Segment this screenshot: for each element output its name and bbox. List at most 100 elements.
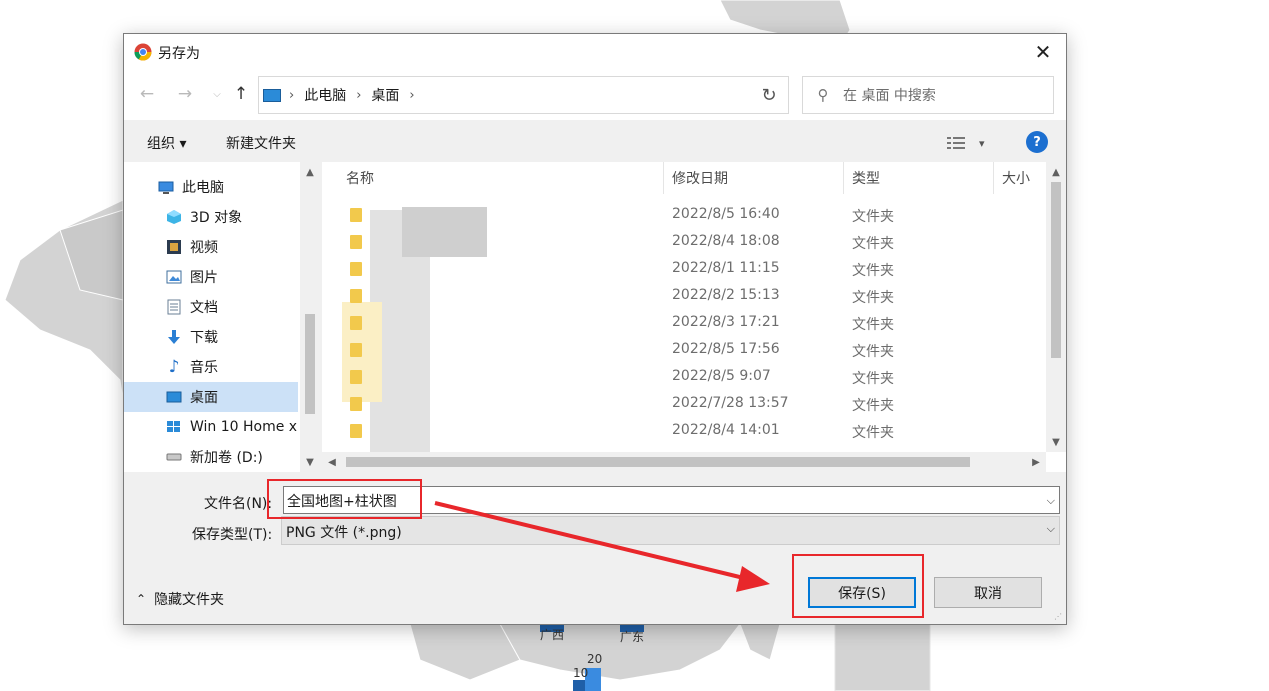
annotation-box-filename — [267, 479, 422, 519]
folder-icon — [350, 208, 362, 222]
pc-icon — [263, 88, 281, 102]
file-list-horizontal-scrollbar[interactable]: ◀ ▶ — [322, 452, 1046, 472]
search-icon: ⚲ — [817, 86, 829, 104]
refresh-icon: ↻ — [761, 84, 777, 106]
resize-grip-icon[interactable]: ⋰ — [1054, 612, 1064, 622]
row-date: 2022/8/2 15:13 — [672, 287, 780, 303]
nav-item-3d-objects[interactable]: 3D 对象 — [124, 202, 298, 232]
documents-icon — [166, 299, 182, 315]
close-button[interactable]: ✕ — [1020, 34, 1066, 70]
filetype-select[interactable]: PNG 文件 (*.png) ⌵ — [281, 516, 1060, 545]
change-view-button[interactable]: ▾ — [947, 133, 991, 153]
nav-item-this-pc[interactable]: 此电脑 — [124, 172, 298, 202]
nav-item-downloads[interactable]: 下载 — [124, 322, 298, 352]
nav-item-win10-drive[interactable]: Win 10 Home x — [124, 412, 300, 442]
navigation-row: ← → ⌵ ↑ › 此电脑 › 桌面 › ⌵ ↻ ⚲ 在 桌面 中搜索 — [124, 70, 1066, 120]
chevron-down-icon: ⌵ — [213, 88, 221, 100]
folder-icon — [350, 262, 362, 276]
nav-item-music[interactable]: ♪ 音乐 — [124, 352, 298, 382]
row-date: 2022/8/5 17:56 — [672, 341, 780, 357]
row-date: 2022/8/1 11:15 — [672, 260, 780, 276]
save-as-dialog: 另存为 ✕ ← → ⌵ ↑ › 此电脑 › 桌面 › ⌵ ↻ ⚲ 在 桌面 中搜… — [123, 33, 1067, 625]
row-type: 文件夹 — [852, 236, 894, 252]
refresh-button[interactable]: ↻ — [750, 76, 789, 114]
column-header-date[interactable]: 修改日期 — [664, 162, 844, 194]
column-header-name[interactable]: 名称 ˄ — [338, 162, 664, 194]
organize-menu[interactable]: 组织 ▾ — [147, 133, 186, 153]
row-type: 文件夹 — [852, 290, 894, 306]
nav-item-desktop[interactable]: 桌面 — [124, 382, 298, 412]
navigation-pane: 此电脑 3D 对象 视频 图片 文档 下载 ♪ 音乐 桌面 Win 10 Hom… — [124, 162, 320, 472]
pc-icon — [158, 179, 174, 195]
scroll-down-arrow-icon[interactable]: ▼ — [300, 452, 320, 472]
3d-objects-icon — [166, 209, 182, 225]
row-date: 2022/8/5 16:40 — [672, 206, 780, 222]
cancel-button[interactable]: 取消 — [934, 577, 1042, 608]
file-row[interactable]: 2022/8/4 18:08 文件夹 — [322, 229, 1046, 256]
column-header-size[interactable]: 大小 — [994, 162, 1054, 194]
scroll-right-arrow-icon[interactable]: ▶ — [1026, 452, 1046, 472]
nav-pane-scrollbar[interactable]: ▲ ▼ — [300, 162, 320, 472]
row-type: 文件夹 — [852, 317, 894, 333]
search-box[interactable]: ⚲ 在 桌面 中搜索 — [802, 76, 1054, 114]
address-bar[interactable]: › 此电脑 › 桌面 › ⌵ — [258, 76, 789, 114]
file-row[interactable]: 2022/8/4 14:01 文件夹 — [322, 418, 1046, 445]
row-type: 文件夹 — [852, 425, 894, 441]
row-date: 2022/7/28 13:57 — [672, 395, 789, 411]
scrollbar-thumb[interactable] — [305, 314, 315, 414]
scrollbar-thumb[interactable] — [1051, 182, 1061, 358]
file-row[interactable]: 2022/8/5 16:40 文件夹 — [322, 202, 1046, 229]
file-row[interactable]: 2022/8/3 17:21 文件夹 — [322, 310, 1046, 337]
new-folder-button[interactable]: 新建文件夹 — [226, 133, 296, 153]
nav-item-pictures[interactable]: 图片 — [124, 262, 298, 292]
filename-label: 文件名(N): — [204, 496, 273, 512]
arrow-right-icon: → — [177, 84, 193, 104]
file-row[interactable]: 2022/8/5 9:07 文件夹 — [322, 364, 1046, 391]
scroll-up-arrow-icon[interactable]: ▲ — [1046, 162, 1066, 182]
nav-item-label: 下载 — [190, 330, 218, 346]
scroll-down-arrow-icon[interactable]: ▼ — [1046, 432, 1066, 452]
title-bar: 另存为 ✕ — [124, 34, 1066, 70]
file-row[interactable]: 2022/8/5 17:56 文件夹 — [322, 337, 1046, 364]
file-row[interactable]: 2022/8/2 15:13 文件夹 — [322, 283, 1046, 310]
dialog-title: 另存为 — [158, 46, 200, 62]
nav-item-label: 新加卷 (D:) — [190, 450, 263, 466]
up-button[interactable]: ↑ — [230, 83, 252, 105]
folder-icon — [350, 343, 362, 357]
filetype-label: 保存类型(T): — [192, 527, 273, 543]
desktop-icon — [166, 389, 182, 405]
pictures-icon — [166, 269, 182, 285]
row-type: 文件夹 — [852, 263, 894, 279]
scroll-up-arrow-icon[interactable]: ▲ — [300, 162, 320, 182]
windows-drive-icon — [166, 419, 182, 435]
view-list-icon — [947, 137, 965, 149]
file-list-vertical-scrollbar[interactable]: ▲ ▼ — [1046, 162, 1066, 452]
arrow-up-icon: ↑ — [233, 84, 249, 104]
nav-item-videos[interactable]: 视频 — [124, 232, 298, 262]
folder-icon — [350, 289, 362, 303]
file-row[interactable]: 2022/7/28 13:57 文件夹 — [322, 391, 1046, 418]
file-row[interactable]: 2022/8/1 11:15 文件夹 — [322, 256, 1046, 283]
hide-folders-toggle[interactable]: ⌃ 隐藏文件夹 — [136, 589, 224, 609]
row-type: 文件夹 — [852, 398, 894, 414]
nav-item-label: 视频 — [190, 240, 218, 256]
toolbar: 组织 ▾ 新建文件夹 ▾ ? — [124, 120, 1066, 164]
column-header-type[interactable]: 类型 — [844, 162, 994, 194]
help-button[interactable]: ? — [1026, 131, 1048, 153]
chevron-down-icon[interactable]: ⌵ — [1047, 494, 1055, 508]
breadcrumb-this-pc[interactable]: 此电脑 — [304, 85, 346, 105]
breadcrumb-separator: › — [409, 87, 415, 103]
breadcrumb-desktop[interactable]: 桌面 — [371, 85, 399, 105]
scrollbar-thumb[interactable] — [346, 457, 970, 467]
bar-10 — [573, 680, 585, 691]
chevron-down-icon: ▾ — [979, 136, 985, 150]
nav-item-documents[interactable]: 文档 — [124, 292, 298, 322]
back-button[interactable]: ← — [136, 83, 158, 105]
forward-button[interactable]: → — [174, 83, 196, 105]
recent-locations-button[interactable]: ⌵ — [206, 83, 228, 105]
search-placeholder: 在 桌面 中搜索 — [843, 88, 936, 104]
nav-item-label: 图片 — [190, 270, 218, 286]
row-date: 2022/8/3 17:21 — [672, 314, 780, 330]
nav-item-drive-d[interactable]: 新加卷 (D:) — [124, 442, 298, 472]
scroll-left-arrow-icon[interactable]: ◀ — [322, 452, 342, 472]
